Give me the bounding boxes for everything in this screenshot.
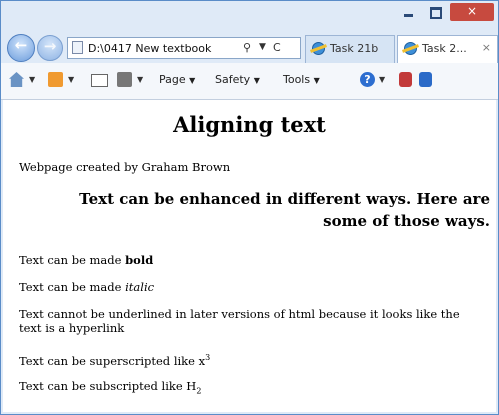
forward-arrow-icon: → [43,37,57,55]
home-dropdown-icon[interactable]: ▼ [29,75,35,84]
address-dropdown-icon[interactable]: ▼ [259,42,266,52]
superscript-mark: 3 [205,353,211,362]
home-icon[interactable] [9,72,24,87]
bold-example: Text can be made bold [19,253,479,267]
feed-dropdown-icon[interactable]: ▼ [68,75,74,84]
back-button[interactable]: ← [7,34,35,62]
tab-label: Task 2... [422,42,467,55]
title-bar: × [1,1,498,31]
translate-icon[interactable] [419,72,432,87]
refresh-icon[interactable]: C [273,41,281,54]
subscript-prefix: Text can be subscripted like H [19,379,197,393]
forward-button[interactable]: → [37,35,63,61]
mail-icon[interactable] [91,74,108,87]
page-icon [72,41,83,54]
subheading: Text can be enhanced in different ways. … [79,190,490,230]
safety-menu[interactable]: Safety ▼ [215,73,260,86]
research-icon[interactable] [399,72,412,87]
tab-task-2-active[interactable]: Task 2... × [397,35,498,63]
superscript-prefix: Text can be superscripted like x [19,353,206,368]
page-menu[interactable]: Page ▼ [159,73,195,86]
page-title: Aligning text [173,112,326,137]
browser-window: × ← → D:\0417 New textbook ⚲ ▼ C Task 21… [0,0,499,415]
navigation-row: ← → D:\0417 New textbook ⚲ ▼ C Task 21b … [1,31,498,63]
address-bar[interactable]: D:\0417 New textbook ⚲ ▼ C [67,37,301,59]
byline: Webpage created by Graham Brown [19,160,231,174]
feed-icon[interactable] [48,72,63,87]
italic-word: italic [125,280,155,294]
ie-icon [312,42,325,55]
search-icon[interactable]: ⚲ [243,41,251,54]
address-url[interactable]: D:\0417 New textbook [88,42,238,55]
italic-example-prefix: Text can be made [19,280,126,294]
subscript-example: Text can be subscripted like H2 [19,379,479,398]
close-window-button[interactable]: × [450,3,494,21]
page-content: Aligning text Webpage created by Graham … [3,100,496,412]
maximize-icon [430,7,442,19]
ie-icon [404,42,417,55]
command-bar: ▼ ▼ ▼ Page ▼ Safety ▼ Tools ▼ ? ▼ [1,63,498,100]
tools-menu[interactable]: Tools ▼ [283,73,320,86]
back-arrow-icon: ← [14,36,28,54]
italic-example: Text can be made italic [19,280,479,294]
tab-label: Task 21b [330,42,379,55]
chevron-down-icon: ▼ [189,76,196,85]
tab-task-21b[interactable]: Task 21b [305,35,395,63]
subscript-mark: 2 [196,386,202,396]
bold-word: bold [125,253,154,267]
print-dropdown-icon[interactable]: ▼ [137,75,143,84]
chevron-down-icon: ▼ [253,76,260,85]
underline-note: Text cannot be underlined in later versi… [19,307,460,335]
chevron-down-icon: ▼ [313,76,320,85]
help-dropdown-icon[interactable]: ▼ [379,75,385,84]
close-icon: × [466,4,478,18]
safety-menu-label: Safety [215,73,251,86]
minimize-button[interactable] [395,3,421,21]
page-menu-label: Page [159,73,186,86]
superscript-example: Text can be superscripted like x3 [19,351,479,368]
maximize-button[interactable] [422,3,448,21]
bold-example-prefix: Text can be made [19,253,126,267]
tools-menu-label: Tools [283,73,311,86]
help-icon[interactable]: ? [360,72,375,87]
minimize-icon [404,14,413,17]
print-icon[interactable] [117,72,132,87]
tab-close-icon[interactable]: × [482,41,491,54]
